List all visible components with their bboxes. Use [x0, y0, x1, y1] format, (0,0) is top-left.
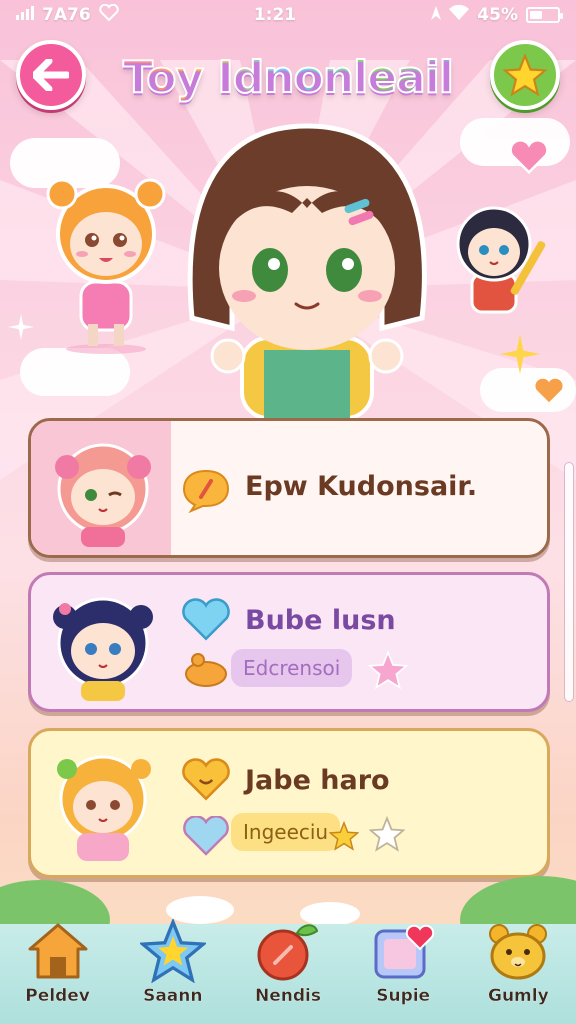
bottom-tab-bar: Peldev Saann Nendis Supie Gumly	[0, 919, 576, 1024]
tab-star[interactable]: Saann	[118, 919, 228, 1024]
header: Toy Idnonleail	[0, 38, 576, 118]
tag-pill: Edcrensoi	[231, 649, 353, 687]
heart-icon	[535, 378, 563, 403]
tab-label: Saann	[143, 986, 203, 1006]
wifi-icon	[449, 4, 470, 26]
character-card-3[interactable]: Jabe haro Ingeeciu	[28, 728, 550, 878]
carrot-icon	[252, 918, 324, 984]
tab-label: Supie	[376, 986, 431, 1006]
sparkle-icon	[8, 314, 34, 340]
tab-bear[interactable]: Gumly	[463, 924, 573, 1024]
tab-label: Gumly	[488, 986, 549, 1006]
star-icon	[367, 811, 407, 857]
character-card-2[interactable]: Bube lusn Edcrensoi	[28, 572, 550, 712]
status-left-text: 7A76	[42, 5, 91, 25]
card-title: Epw Kudonsair.	[245, 471, 478, 502]
location-icon	[431, 5, 442, 25]
character-card-1[interactable]: Epw Kudonsair.	[28, 418, 550, 558]
tab-label: Peldev	[25, 986, 90, 1006]
star-icon	[503, 54, 547, 96]
character-orange-hair	[46, 178, 166, 354]
toy-icon	[181, 647, 231, 693]
house-icon	[22, 918, 94, 984]
back-button[interactable]	[16, 40, 86, 110]
character-main-brown-hair	[187, 123, 427, 418]
chat-bubble-icon	[181, 467, 231, 513]
status-bar: 7A76 1:21 45%	[0, 0, 576, 30]
signal-icon	[16, 5, 34, 25]
tag-pill: Ingeeciu	[231, 813, 341, 851]
hero-illustration	[0, 118, 576, 418]
tab-carrot[interactable]: Nendis	[233, 924, 343, 1024]
heart-icon	[181, 813, 231, 859]
bear-icon	[482, 918, 554, 984]
heart-icon	[181, 597, 231, 643]
battery-icon	[526, 7, 563, 23]
sparkle-icon	[500, 334, 540, 374]
smiley-heart-icon	[181, 757, 231, 803]
tab-label: Nendis	[254, 986, 321, 1006]
heart-icon	[509, 140, 549, 174]
heart-status-icon	[98, 3, 119, 27]
star-icon	[137, 918, 209, 984]
tab-card[interactable]: Supie	[348, 924, 458, 1024]
avatar	[55, 443, 151, 547]
battery-text: 45%	[477, 5, 518, 25]
status-time: 1:21	[253, 5, 297, 25]
favorites-button[interactable]	[490, 40, 560, 110]
character-dark-hair	[456, 206, 546, 314]
heart-card-icon	[367, 918, 439, 984]
card-title: Jabe haro	[245, 765, 390, 796]
avatar	[53, 597, 153, 701]
tab-home[interactable]: Peldev	[3, 923, 113, 1024]
avatar	[57, 755, 151, 861]
star-icon	[363, 647, 413, 693]
app-title: Toy Idnonleail	[110, 51, 466, 104]
star-icon	[327, 813, 361, 859]
arrow-left-icon	[33, 59, 69, 91]
scrollbar[interactable]	[564, 462, 574, 702]
card-title: Bube lusn	[245, 605, 396, 636]
